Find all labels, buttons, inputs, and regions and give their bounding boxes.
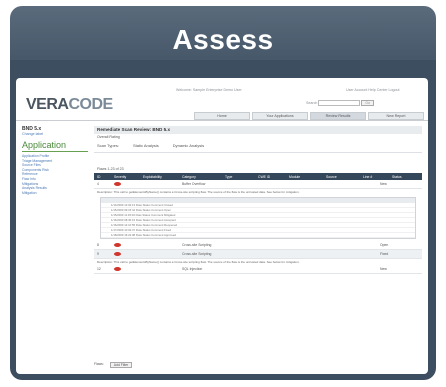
scan-types-label: Scan Types: <box>97 143 119 148</box>
sidebar: BND 5.x Change label Application Applica… <box>22 126 88 366</box>
row-category: SQL Injection <box>182 267 203 271</box>
grid-footer: Flaws: Add Filter <box>94 362 133 368</box>
page-title: Remediate Scan Review: BND 5.x <box>94 126 422 134</box>
search-label: Search <box>306 100 318 105</box>
search-input[interactable] <box>318 100 361 106</box>
col-status[interactable]: Status <box>389 175 422 179</box>
welcome-text: Welcome: Sample Enterprise Demo User <box>176 88 242 92</box>
table-row[interactable]: 12 SQL Injection New <box>94 265 422 274</box>
table-row[interactable]: 9 Cross-site Scripting Fixed <box>94 250 422 259</box>
row-status: New <box>380 267 387 271</box>
col-severity[interactable]: Severity <box>111 175 140 179</box>
tab-review-results[interactable]: Review Results <box>310 112 366 120</box>
user-links[interactable]: User Account Help Center Logout <box>346 88 400 92</box>
slide: Assess VERACODE Welcome: Sample Enterpri… <box>0 0 446 387</box>
footer-label: Flaws: <box>94 362 104 366</box>
logo-text-b: CODE <box>68 96 113 113</box>
row-status: New <box>380 182 387 186</box>
sidebar-link[interactable]: Mitigation <box>22 191 88 196</box>
scan-filters: Scan Types: Static Analysis Dynamic Anal… <box>94 140 422 153</box>
slide-title: Assess <box>172 24 274 55</box>
col-id[interactable]: ID <box>94 175 111 179</box>
table-row[interactable]: 4 Buffer Overflow New <box>94 180 422 189</box>
flaw-history: 1/14/2009 12:02:13 Flaw Status Comment C… <box>100 197 416 239</box>
row-category: Cross-site Scripting <box>182 252 212 256</box>
tab-new-report[interactable]: New Report <box>368 112 424 120</box>
col-cwe[interactable]: CWE ID <box>255 175 286 179</box>
col-type[interactable]: Type <box>222 175 255 179</box>
col-module[interactable]: Module <box>286 175 323 179</box>
header-divider <box>16 120 428 121</box>
col-exploitability[interactable]: Exploitability <box>140 175 179 179</box>
severity-icon <box>111 242 140 248</box>
change-label-link[interactable]: Change label <box>22 132 88 136</box>
tab-your-applications[interactable]: Your Applications <box>252 112 308 120</box>
main-nav: Home Your Applications Review Results Ne… <box>194 112 424 120</box>
severity-icon <box>111 181 140 187</box>
col-category[interactable]: Category <box>179 175 222 179</box>
logo-text-a: VERA <box>26 96 69 113</box>
dynamic-analysis-filter[interactable]: Dynamic Analysis <box>173 140 204 152</box>
row-status: Fixed <box>380 252 389 256</box>
row-category: Buffer Overflow <box>182 182 206 186</box>
row-id: 4 <box>97 182 99 186</box>
sidebar-divider <box>22 151 88 152</box>
sidebar-heading: Application <box>22 140 67 150</box>
grid-header: ID Severity Exploitability Category Type… <box>94 173 422 180</box>
col-line[interactable]: Line # <box>360 175 389 179</box>
add-filter-button[interactable]: Add Filter <box>109 362 133 368</box>
search-area: Search Go <box>306 99 374 106</box>
severity-icon <box>111 266 140 272</box>
severity-icon <box>111 251 140 257</box>
row-status: Open <box>380 243 389 247</box>
history-entry: 1/18/2009 16:22:08 Flaw Status Comment A… <box>101 233 415 238</box>
col-source[interactable]: Source <box>323 175 360 179</box>
row-id: 9 <box>97 252 99 256</box>
go-button[interactable]: Go <box>361 99 374 106</box>
flaw-description: Description: This call to getElementsByN… <box>97 190 300 194</box>
row-id: 8 <box>97 243 99 247</box>
main-panel: Remediate Scan Review: BND 5.x Overall R… <box>94 126 422 370</box>
app-screenshot: VERACODE Welcome: Sample Enterprise Demo… <box>16 78 428 374</box>
static-analysis-filter[interactable]: Static Analysis <box>133 140 159 152</box>
veracode-logo: VERACODE <box>26 96 113 114</box>
row-id: 12 <box>97 267 101 271</box>
tab-home[interactable]: Home <box>194 112 250 120</box>
table-row[interactable]: 8 Cross-site Scripting Open <box>94 241 422 250</box>
row-category: Cross-site Scripting <box>182 243 212 247</box>
pager: Flaws 1-23 of 23 <box>94 165 422 173</box>
pager-count: Flaws 1-23 of 23 <box>97 167 124 171</box>
